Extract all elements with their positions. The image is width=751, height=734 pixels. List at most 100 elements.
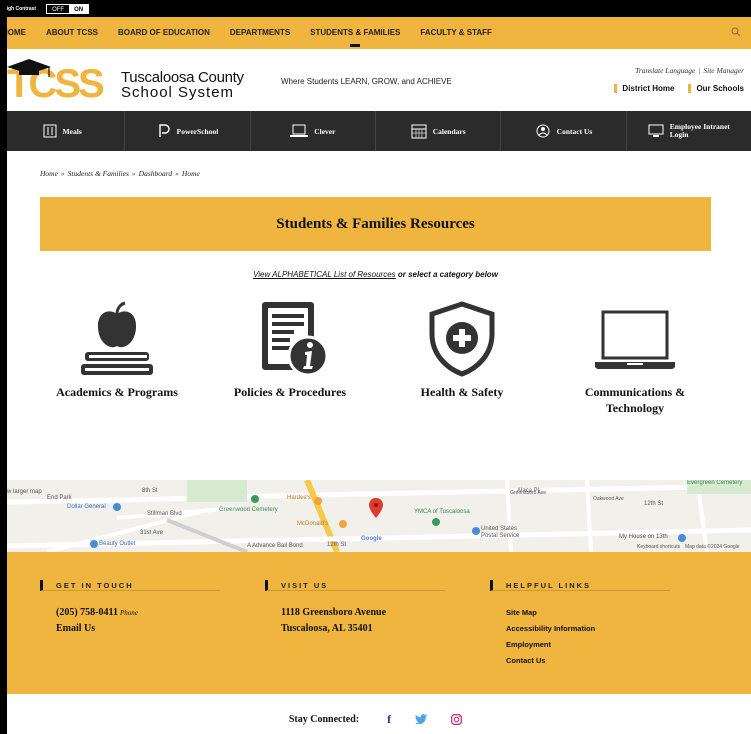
tagline: Where Students LEARN, GROW, and ACHIEVE <box>281 77 452 86</box>
nav-faculty-staff[interactable]: FACULTY & STAFF <box>410 17 502 49</box>
search-icon[interactable] <box>731 27 741 37</box>
translate-link[interactable]: Translate Language <box>635 66 695 75</box>
email-link[interactable]: Email Us <box>56 621 220 637</box>
footer-body: Site Map Accessibility Information Emplo… <box>490 605 670 669</box>
contact-us-link[interactable]: Contact Us <box>506 653 670 669</box>
breadcrumb-separator: » <box>175 169 179 178</box>
breadcrumb-item[interactable]: Home <box>40 169 58 178</box>
category-label-line2: Technology <box>605 401 665 415</box>
quick-link-label: Clever <box>314 126 336 136</box>
address-line1: 1118 Greensboro Avenue <box>281 607 387 618</box>
site-map-link[interactable]: Site Map <box>506 605 670 621</box>
nav-students-families[interactable]: STUDENTS & FAMILIES <box>300 17 410 49</box>
category-academics[interactable]: Academics & Programs <box>38 300 196 400</box>
quick-link-label-wrap: Employee Intranet Login <box>670 123 730 139</box>
calendar-icon <box>411 124 427 139</box>
quick-links-bar: Meals PowerSchool Clever Calendars Conta… <box>0 111 751 151</box>
alpha-line: View ALPHABETICAL List of Resources or s… <box>0 270 751 279</box>
footer-heading: GET IN TOUCH <box>40 580 220 591</box>
map-label[interactable]: Keyboard shortcuts <box>637 544 680 550</box>
address-line2: Tuscaloosa, AL 35401 <box>281 623 373 634</box>
high-contrast-on[interactable]: ON <box>69 4 89 13</box>
map-label: Map data ©2024 Google <box>685 544 740 550</box>
accessibility-link[interactable]: Accessibility Information <box>506 621 670 637</box>
document-info-icon <box>262 302 329 377</box>
quick-link-calendars[interactable]: Calendars <box>376 111 502 151</box>
map-label: A Advance Bail Bond <box>247 543 303 549</box>
site-header: TCSS Tuscaloosa County School System Whe… <box>0 49 751 111</box>
map-label: End Park <box>47 495 72 501</box>
meals-icon <box>43 124 57 138</box>
category-label: Health & Safety <box>420 385 504 399</box>
map-label: 12th St <box>327 542 347 548</box>
utility-links: Translate Language | Site Manager <box>635 66 744 75</box>
category-label: Academics & Programs <box>56 385 178 399</box>
district-home-link[interactable]: District Home <box>614 84 674 93</box>
high-contrast-off[interactable]: OFF <box>47 5 69 13</box>
footer-body: 1118 Greensboro Avenue Tuscaloosa, AL 35… <box>265 605 445 637</box>
map-label: McDonald's <box>297 521 329 527</box>
page: High Contrast OFF ON HOME ABOUT TCSS BOA… <box>0 0 751 734</box>
alpha-suffix: or select a category below <box>395 270 498 279</box>
map-label: Google <box>361 536 382 542</box>
footer-heading: HELPFUL LINKS <box>490 580 670 591</box>
contact-icon <box>536 124 550 138</box>
category-health-safety[interactable]: Health & Safety <box>400 300 524 400</box>
quick-link-label: PowerSchool <box>176 126 219 136</box>
map-label: Greenwood Cemetery <box>219 507 278 513</box>
map-label: YMCA of Tuscaloosa <box>414 509 470 515</box>
shield-plus-icon <box>429 301 495 377</box>
stay-connected: Stay Connected: f <box>0 704 751 734</box>
page-title: Students & Families Resources <box>276 215 475 232</box>
location-map[interactable]: w larger map End Park Dollar General Sti… <box>7 480 751 552</box>
alphabetical-list-link[interactable]: View ALPHABETICAL List of Resources <box>253 270 396 279</box>
high-contrast-label: High Contrast <box>3 5 37 12</box>
nav-about[interactable]: ABOUT TCSS <box>36 17 108 49</box>
our-schools-link[interactable]: Our Schools <box>688 84 744 93</box>
facebook-icon[interactable]: f <box>387 712 391 727</box>
quick-link-label-line2: Login <box>669 130 689 139</box>
breadcrumb-item[interactable]: Students & Families <box>68 169 129 178</box>
main-nav: HOME ABOUT TCSS BOARD OF EDUCATION DEPAR… <box>0 17 751 49</box>
map-label: Evergreen Cemetery <box>687 480 743 486</box>
title-banner: Students & Families Resources <box>40 197 711 251</box>
employment-link[interactable]: Employment <box>506 637 670 653</box>
phone-line[interactable]: (205) 758-0411 Phone <box>56 605 220 621</box>
map-label: United States Postal Service <box>481 526 520 539</box>
tcss-logo[interactable]: TCSS <box>5 57 115 103</box>
category-policies[interactable]: Policies & Procedures <box>220 300 360 400</box>
quick-link-powerschool[interactable]: PowerSchool <box>125 111 251 151</box>
map-label: Oakwood Ave <box>593 496 624 502</box>
high-contrast-toggle[interactable]: OFF ON <box>46 3 90 14</box>
twitter-icon[interactable] <box>415 714 428 724</box>
breadcrumb-item: Home <box>181 169 200 178</box>
instagram-icon[interactable] <box>451 713 463 725</box>
nav-board[interactable]: BOARD OF EDUCATION <box>108 17 220 49</box>
map-label: 8th St <box>142 488 158 494</box>
map-label: Dollar General <box>67 504 106 510</box>
window-edge <box>0 0 7 734</box>
breadcrumb-separator: » <box>60 169 65 178</box>
quick-link-contact[interactable]: Contact Us <box>501 111 627 151</box>
site-manager-link[interactable]: Site Manager <box>703 66 744 75</box>
phone-note: Phone <box>119 609 138 617</box>
breadcrumb-item[interactable]: Dashboard <box>139 169 172 178</box>
laptop-icon <box>595 310 675 369</box>
org-name-line2: School System <box>121 84 235 101</box>
high-contrast-bar: High Contrast OFF ON <box>0 0 751 17</box>
category-label: Policies & Procedures <box>233 385 347 399</box>
quick-link-employee-intranet[interactable]: Employee Intranet Login <box>627 111 751 151</box>
powerschool-icon <box>158 124 170 137</box>
map-label: Beauty Outlet <box>99 541 136 547</box>
utility-separator: | <box>698 66 701 75</box>
site-footer: GET IN TOUCH (205) 758-0411 Phone Email U… <box>7 552 751 694</box>
quick-link-meals[interactable]: Meals <box>0 111 126 151</box>
footer-body: (205) 758-0411 Phone Email Us <box>40 605 220 637</box>
footer-heading: VISIT US <box>265 580 445 591</box>
category-communications[interactable]: Communications & Technology <box>562 300 708 416</box>
nav-departments[interactable]: DEPARTMENTS <box>220 17 300 49</box>
quick-link-clever[interactable]: Clever <box>251 111 376 151</box>
phone-number[interactable]: (205) 758-0411 <box>56 607 118 618</box>
map-label[interactable]: w larger map <box>7 489 42 495</box>
breadcrumb: Home» Students & Families» Dashboard» Home <box>40 169 200 178</box>
